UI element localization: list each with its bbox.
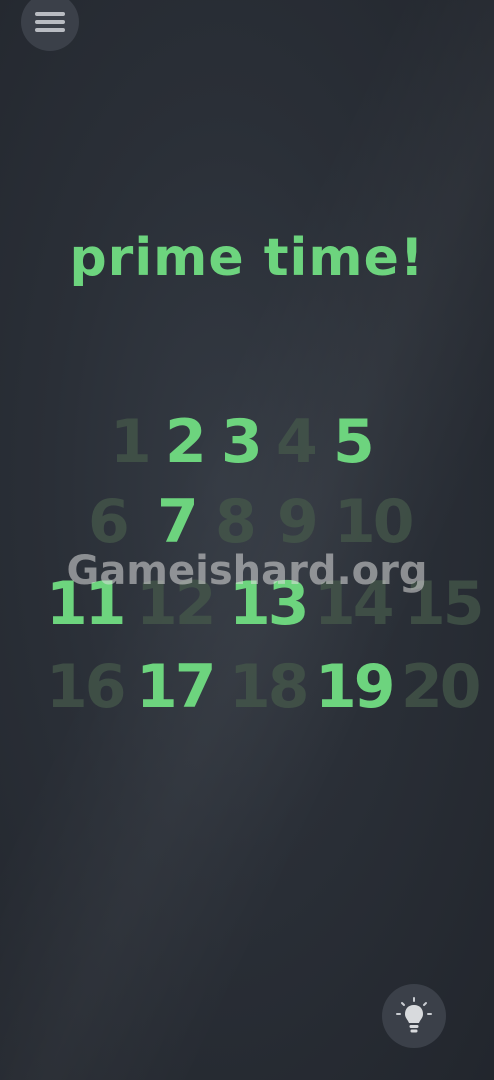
number-17[interactable]: 17	[136, 657, 216, 717]
number-9[interactable]: 9	[277, 492, 319, 552]
number-2[interactable]: 2	[165, 412, 207, 472]
menu-button[interactable]	[21, 0, 79, 51]
number-10[interactable]: 10	[334, 492, 414, 552]
number-1[interactable]: 1	[110, 412, 152, 472]
number-14[interactable]: 14	[314, 574, 394, 634]
lightbulb-icon	[396, 997, 432, 1033]
hint-button[interactable]	[382, 984, 446, 1048]
number-4[interactable]: 4	[276, 412, 318, 472]
number-20[interactable]: 20	[401, 657, 481, 717]
number-12[interactable]: 12	[136, 574, 216, 634]
hamburger-menu-icon	[35, 12, 65, 32]
number-7[interactable]: 7	[157, 492, 199, 552]
number-13[interactable]: 13	[229, 574, 309, 634]
number-6[interactable]: 6	[88, 492, 130, 552]
number-5[interactable]: 5	[333, 412, 375, 472]
number-11[interactable]: 11	[46, 574, 126, 634]
number-18[interactable]: 18	[229, 657, 309, 717]
number-15[interactable]: 15	[404, 574, 484, 634]
number-3[interactable]: 3	[221, 412, 263, 472]
level-title: prime time!	[69, 228, 425, 288]
number-19[interactable]: 19	[315, 657, 395, 717]
number-16[interactable]: 16	[46, 657, 126, 717]
number-8[interactable]: 8	[215, 492, 257, 552]
